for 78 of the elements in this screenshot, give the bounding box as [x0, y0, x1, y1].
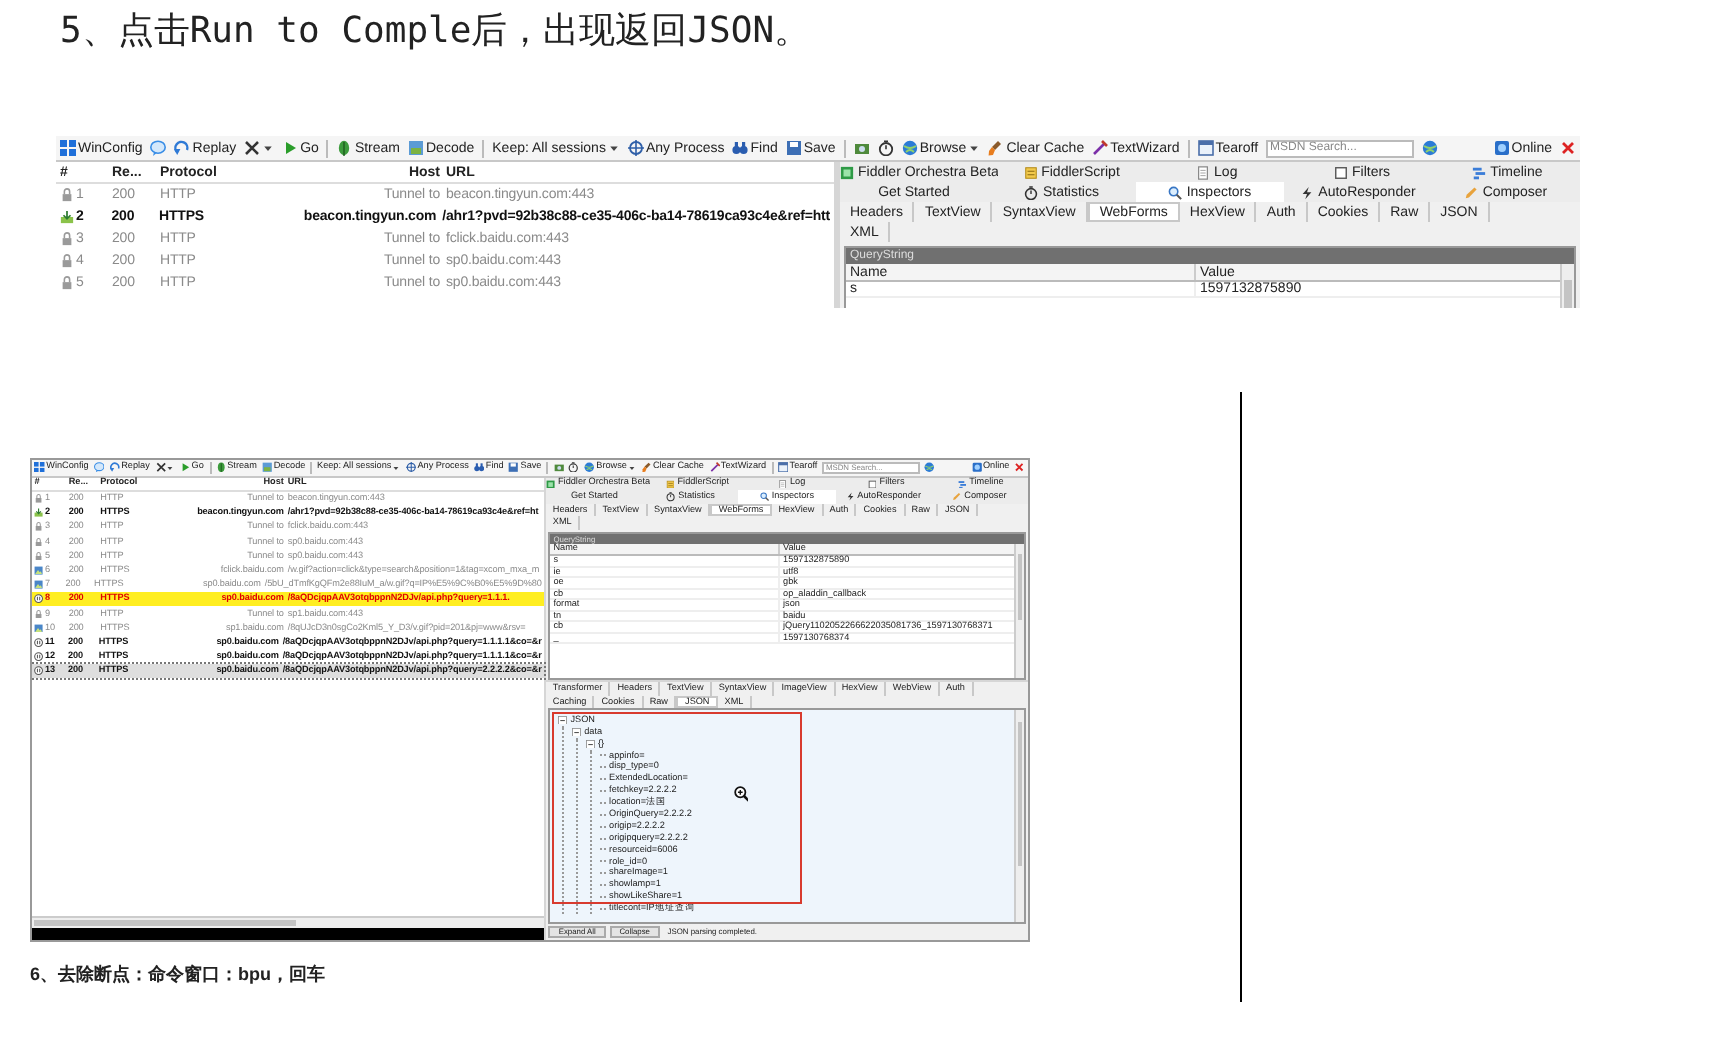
grid-icon: [60, 140, 76, 156]
timeline-icon: [1472, 165, 1487, 179]
caret-icon: [392, 463, 401, 472]
article-heading: 5、点击Run to Comple后，出现返回JSON。: [58, 8, 813, 56]
timeline-icon: [957, 479, 967, 489]
speech-bubble-icon: [93, 462, 105, 473]
checkbox-icon: [867, 479, 877, 489]
caret-icon: [262, 142, 275, 154]
lock-icon: [34, 494, 44, 504]
lock-icon: [34, 551, 44, 561]
tile-icon: [262, 462, 273, 473]
toolbar-button[interactable]: [877, 140, 894, 156]
grid-icon: [34, 462, 46, 473]
pause-icon: [34, 652, 44, 662]
scroll-icon: [665, 479, 675, 489]
network-icon: [971, 462, 982, 473]
wand-icon: [1092, 140, 1109, 156]
globe-icon: [584, 462, 596, 473]
cross-icon: [244, 140, 261, 156]
image-icon: [34, 623, 44, 633]
cross-icon: [155, 462, 166, 473]
caret-icon: [166, 463, 175, 472]
curved-arrow-icon: [174, 140, 191, 156]
globe-icon: [1422, 140, 1439, 156]
caret-icon: [607, 142, 620, 154]
vertical-scrollbar[interactable]: [1013, 544, 1024, 679]
document-icon: [1196, 165, 1211, 179]
close-icon[interactable]: [1014, 462, 1026, 473]
stopwatch-icon: [1024, 185, 1039, 199]
brush-icon: [988, 140, 1005, 156]
caret-icon: [968, 142, 981, 154]
image-icon: [34, 580, 44, 590]
lock-icon: [60, 276, 74, 290]
zoom-cursor-icon: [733, 786, 749, 803]
lock-icon: [34, 522, 44, 532]
collapse-icon[interactable]: [586, 739, 596, 749]
binoculars-icon: [474, 462, 485, 473]
leaf-icon: [215, 462, 226, 473]
curved-arrow-icon: [109, 462, 120, 473]
play-icon: [282, 140, 299, 156]
camera-icon: [553, 462, 564, 473]
toolbar-button[interactable]: [244, 140, 275, 156]
collapse-icon[interactable]: [558, 715, 568, 725]
search-icon: [759, 492, 770, 502]
wand-icon: [709, 462, 720, 473]
speech-bubble-icon: [150, 140, 167, 156]
play-icon: [179, 462, 191, 473]
globe-icon: [901, 140, 918, 156]
lock-icon: [60, 232, 74, 246]
globe-icon: [924, 462, 936, 473]
lock-icon: [60, 188, 74, 202]
stopwatch-icon: [877, 140, 894, 156]
pause-icon: [34, 638, 44, 648]
leaf-icon: [336, 140, 353, 156]
close-icon[interactable]: [1560, 140, 1576, 156]
lock-icon: [60, 254, 74, 268]
download-icon: [60, 210, 74, 224]
camera-icon: [853, 140, 870, 156]
step-caption: 6、去除断点：命令窗口：bpu，回车: [30, 962, 327, 989]
scroll-icon: [1023, 165, 1038, 179]
lock-icon: [34, 537, 44, 547]
square-icon: [840, 165, 854, 179]
checkbox-icon: [1333, 165, 1348, 179]
pause-icon: [34, 666, 44, 677]
network-icon: [1493, 140, 1510, 156]
binoculars-icon: [732, 140, 749, 156]
collapse-icon[interactable]: [572, 727, 582, 737]
vertical-scrollbar[interactable]: [1013, 710, 1024, 923]
pause-icon: [34, 594, 44, 605]
image-icon: [34, 566, 44, 576]
brush-icon: [641, 462, 652, 473]
download-icon: [34, 508, 44, 518]
crosshair-icon: [627, 140, 644, 156]
search-icon: [1168, 185, 1183, 199]
square-icon: [546, 479, 556, 489]
toolbar-button[interactable]: [155, 462, 175, 473]
lock-icon: [34, 609, 44, 619]
tile-icon: [408, 140, 424, 156]
